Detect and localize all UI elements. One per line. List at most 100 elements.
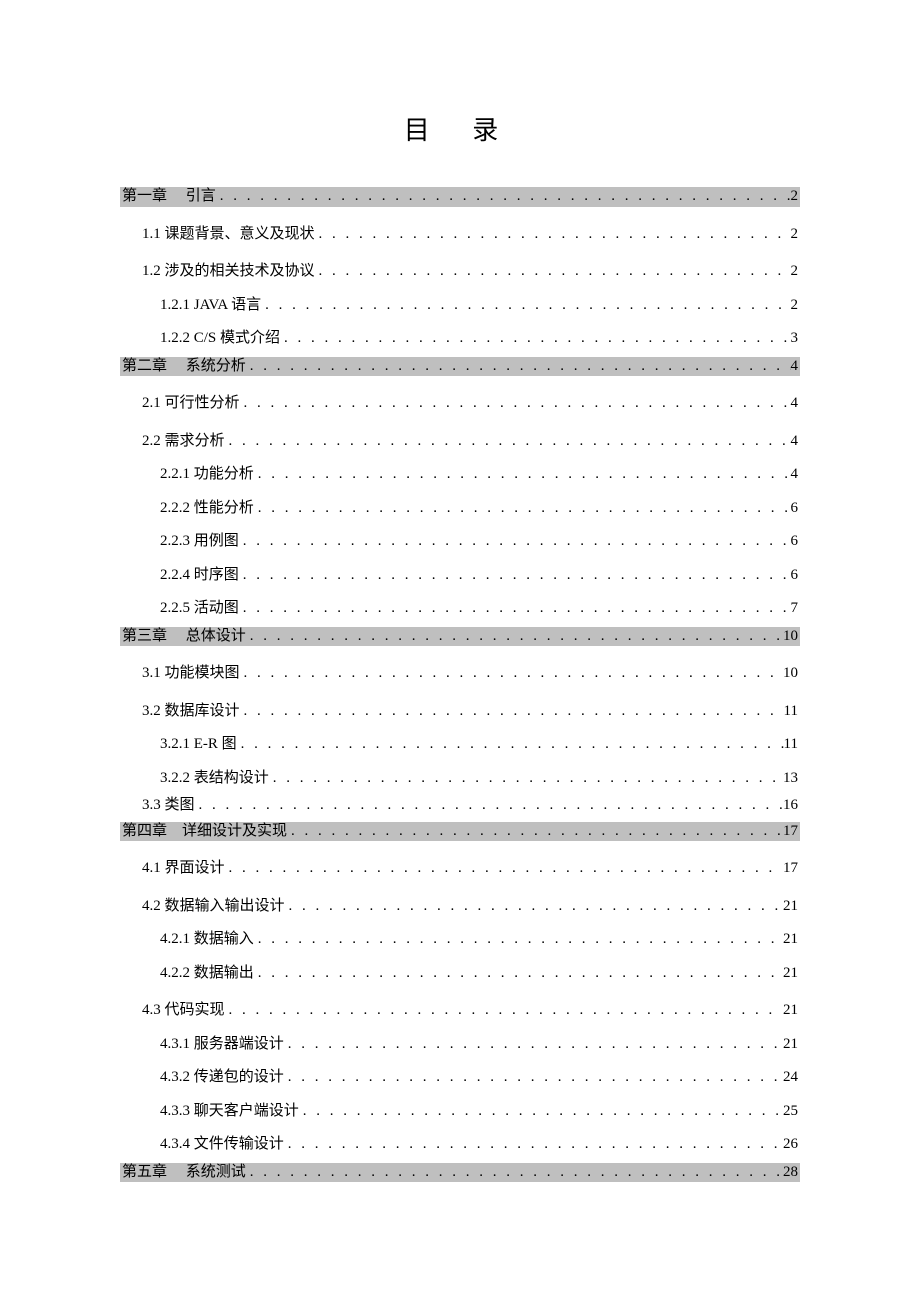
toc-chapter-row: 第四章 详细设计及实现 . . . . . . . . . . . . . . … — [120, 822, 800, 842]
toc-entry-page: 17 — [783, 822, 800, 842]
toc-dot-leader: . . . . . . . . . . . . . . . . . . . . … — [239, 532, 791, 552]
toc-subsection-row: 1.2.2 C/S 模式介绍 . . . . . . . . . . . . .… — [120, 329, 800, 349]
toc-dot-leader: . . . . . . . . . . . . . . . . . . . . … — [225, 432, 791, 452]
toc-entry-label: 4.2 数据输入输出设计 — [142, 897, 285, 917]
toc-entry-label: 4.2.2 数据输出 — [160, 964, 254, 984]
toc-dot-leader: . . . . . . . . . . . . . . . . . . . . … — [269, 769, 783, 789]
toc-section-row: 3.1 功能模块图 . . . . . . . . . . . . . . . … — [120, 664, 800, 684]
toc-entry-label: 3.2 数据库设计 — [142, 702, 240, 722]
toc-dot-leader: . . . . . . . . . . . . . . . . . . . . … — [216, 187, 791, 207]
toc-dot-leader: . . . . . . . . . . . . . . . . . . . . … — [246, 627, 783, 647]
table-of-contents: 第一章 引言 . . . . . . . . . . . . . . . . .… — [120, 187, 800, 1182]
toc-entry-page: 11 — [784, 735, 800, 755]
toc-entry-label: 4.3.3 聊天客户端设计 — [160, 1102, 299, 1122]
toc-section-row: 2.2 需求分析 . . . . . . . . . . . . . . . .… — [120, 432, 800, 452]
toc-subsection-row: 2.2.1 功能分析 . . . . . . . . . . . . . . .… — [120, 465, 800, 485]
toc-subsection-row: 2.2.2 性能分析 . . . . . . . . . . . . . . .… — [120, 499, 800, 519]
toc-entry-page: 10 — [783, 664, 800, 684]
toc-subsection-row: 4.2.1 数据输入 . . . . . . . . . . . . . . .… — [120, 930, 800, 950]
toc-dot-leader: . . . . . . . . . . . . . . . . . . . . … — [239, 566, 791, 586]
toc-dot-leader: . . . . . . . . . . . . . . . . . . . . … — [284, 1068, 783, 1088]
toc-entry-page: 16 — [783, 796, 800, 816]
toc-entry-label: 2.2.4 时序图 — [160, 566, 239, 586]
toc-subsection-group: 3.2.1 E-R 图 . . . . . . . . . . . . . . … — [120, 735, 800, 788]
toc-subsection-row: 4.2.2 数据输出 . . . . . . . . . . . . . . .… — [120, 964, 800, 984]
toc-subsection-row: 4.3.1 服务器端设计 . . . . . . . . . . . . . .… — [120, 1035, 800, 1055]
toc-entry-page: 3 — [791, 329, 801, 349]
toc-entry-page: 6 — [791, 532, 801, 552]
toc-entry-label: 4.2.1 数据输入 — [160, 930, 254, 950]
toc-subsection-row: 4.3.3 聊天客户端设计 . . . . . . . . . . . . . … — [120, 1102, 800, 1122]
toc-entry-label: 4.3.1 服务器端设计 — [160, 1035, 284, 1055]
toc-entry-page: 2 — [791, 225, 801, 245]
toc-section-row: 4.2 数据输入输出设计 . . . . . . . . . . . . . .… — [120, 897, 800, 917]
toc-entry-page: 21 — [783, 897, 800, 917]
toc-subsection-row: 2.2.5 活动图 . . . . . . . . . . . . . . . … — [120, 599, 800, 619]
toc-subsection-row: 4.3.2 传递包的设计 . . . . . . . . . . . . . .… — [120, 1068, 800, 1088]
toc-section-row: 1.1 课题背景、意义及现状 . . . . . . . . . . . . .… — [120, 225, 800, 245]
toc-dot-leader: . . . . . . . . . . . . . . . . . . . . … — [254, 465, 791, 485]
toc-entry-label: 1.1 课题背景、意义及现状 — [142, 225, 315, 245]
toc-entry-label: 第五章 系统测试 — [120, 1163, 246, 1183]
toc-dot-leader: . . . . . . . . . . . . . . . . . . . . … — [287, 822, 783, 842]
toc-subsection-row: 3.2.1 E-R 图 . . . . . . . . . . . . . . … — [120, 735, 800, 755]
toc-entry-page: 21 — [783, 1001, 800, 1021]
toc-entry-page: 21 — [783, 964, 800, 984]
toc-dot-leader: . . . . . . . . . . . . . . . . . . . . … — [280, 329, 790, 349]
toc-entry-label: 4.3.4 文件传输设计 — [160, 1135, 284, 1155]
toc-dot-leader: . . . . . . . . . . . . . . . . . . . . … — [284, 1135, 783, 1155]
toc-dot-leader: . . . . . . . . . . . . . . . . . . . . … — [225, 859, 783, 879]
toc-section-row: 1.2 涉及的相关技术及协议 . . . . . . . . . . . . .… — [120, 262, 800, 282]
toc-dot-leader: . . . . . . . . . . . . . . . . . . . . … — [239, 599, 791, 619]
toc-dot-leader: . . . . . . . . . . . . . . . . . . . . … — [315, 262, 791, 282]
toc-subsection-group: 2.2.1 功能分析 . . . . . . . . . . . . . . .… — [120, 465, 800, 619]
document-page: 目 录 第一章 引言 . . . . . . . . . . . . . . .… — [0, 0, 920, 1242]
toc-entry-page: 11 — [784, 702, 800, 722]
toc-entry-page: 10 — [783, 627, 800, 647]
toc-section-row: 4.1 界面设计 . . . . . . . . . . . . . . . .… — [120, 859, 800, 879]
toc-dot-leader: . . . . . . . . . . . . . . . . . . . . … — [254, 930, 783, 950]
toc-dot-leader: . . . . . . . . . . . . . . . . . . . . … — [254, 964, 783, 984]
toc-entry-page: 4 — [791, 432, 801, 452]
toc-entry-page: 13 — [783, 769, 800, 789]
toc-entry-page: 17 — [783, 859, 800, 879]
toc-entry-label: 1.2 涉及的相关技术及协议 — [142, 262, 315, 282]
toc-subsection-row: 2.2.4 时序图 . . . . . . . . . . . . . . . … — [120, 566, 800, 586]
toc-subsection-row: 4.3.4 文件传输设计 . . . . . . . . . . . . . .… — [120, 1135, 800, 1155]
toc-entry-page: 2 — [791, 296, 801, 316]
toc-entry-label: 第一章 引言 — [120, 187, 216, 207]
toc-entry-label: 4.1 界面设计 — [142, 859, 225, 879]
toc-entry-label: 1.2.1 JAVA 语言 — [160, 296, 261, 316]
toc-entry-label: 2.2.1 功能分析 — [160, 465, 254, 485]
toc-chapter-row: 第三章 总体设计 . . . . . . . . . . . . . . . .… — [120, 627, 800, 647]
toc-entry-label: 第三章 总体设计 — [120, 627, 246, 647]
toc-entry-label: 第二章 系统分析 — [120, 357, 246, 377]
toc-entry-label: 3.1 功能模块图 — [142, 664, 240, 684]
toc-entry-label: 2.2 需求分析 — [142, 432, 225, 452]
toc-section-row: 3.3 类图 . . . . . . . . . . . . . . . . .… — [120, 796, 800, 816]
toc-dot-leader: . . . . . . . . . . . . . . . . . . . . … — [246, 1163, 783, 1183]
toc-chapter-row: 第五章 系统测试 . . . . . . . . . . . . . . . .… — [120, 1163, 800, 1183]
toc-subsection-group: 1.2.1 JAVA 语言 . . . . . . . . . . . . . … — [120, 296, 800, 349]
toc-subsection-row: 3.2.2 表结构设计 . . . . . . . . . . . . . . … — [120, 769, 800, 789]
toc-dot-leader: . . . . . . . . . . . . . . . . . . . . … — [237, 735, 784, 755]
toc-dot-leader: . . . . . . . . . . . . . . . . . . . . … — [225, 1001, 783, 1021]
toc-entry-page: 26 — [783, 1135, 800, 1155]
toc-entry-label: 2.1 可行性分析 — [142, 394, 240, 414]
toc-entry-page: 4 — [791, 357, 801, 377]
toc-section-row: 2.1 可行性分析 . . . . . . . . . . . . . . . … — [120, 394, 800, 414]
toc-dot-leader: . . . . . . . . . . . . . . . . . . . . … — [195, 796, 783, 816]
toc-dot-leader: . . . . . . . . . . . . . . . . . . . . … — [246, 357, 791, 377]
toc-dot-leader: . . . . . . . . . . . . . . . . . . . . … — [240, 664, 783, 684]
toc-subsection-group: 4.3.1 服务器端设计 . . . . . . . . . . . . . .… — [120, 1035, 800, 1155]
toc-subsection-row: 1.2.1 JAVA 语言 . . . . . . . . . . . . . … — [120, 296, 800, 316]
toc-chapter-row: 第一章 引言 . . . . . . . . . . . . . . . . .… — [120, 187, 800, 207]
toc-dot-leader: . . . . . . . . . . . . . . . . . . . . … — [285, 897, 783, 917]
toc-entry-page: 21 — [783, 930, 800, 950]
toc-entry-page: 6 — [791, 566, 801, 586]
toc-entry-page: 6 — [791, 499, 801, 519]
toc-entry-label: 3.2.1 E-R 图 — [160, 735, 237, 755]
toc-chapter-row: 第二章 系统分析 . . . . . . . . . . . . . . . .… — [120, 357, 800, 377]
toc-entry-page: 24 — [783, 1068, 800, 1088]
toc-dot-leader: . . . . . . . . . . . . . . . . . . . . … — [254, 499, 791, 519]
